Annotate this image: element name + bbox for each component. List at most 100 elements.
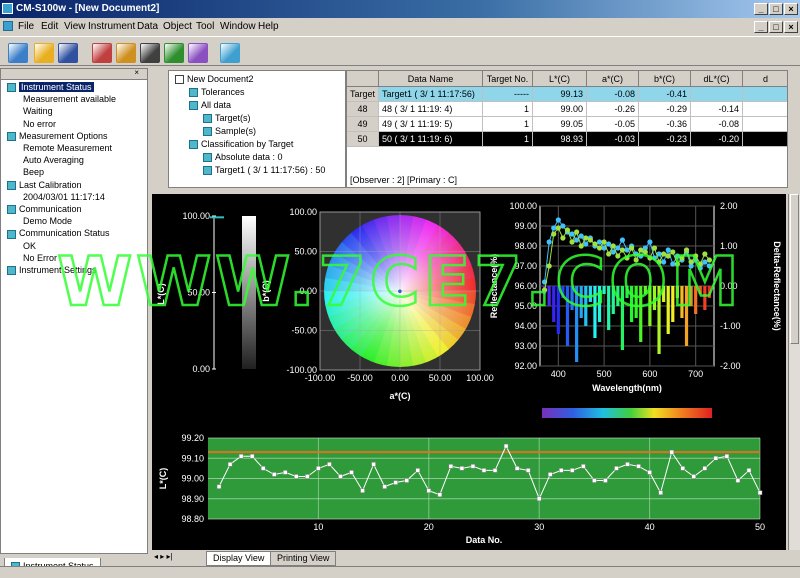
status-item[interactable]: Demo Mode — [23, 216, 72, 226]
row-header[interactable]: 50 — [347, 132, 379, 147]
menu-data[interactable]: Data — [137, 21, 158, 32]
table-cell[interactable]: -0.26 — [587, 102, 639, 117]
status-item[interactable]: Remote Measurement — [23, 143, 112, 153]
table-cell[interactable]: Target1 ( 3/ 1 11:17:56) — [379, 87, 483, 102]
table-cell[interactable] — [743, 117, 787, 132]
tree-node[interactable]: Classification by Target — [189, 139, 293, 150]
column-header[interactable] — [347, 71, 379, 87]
tab-printing-view[interactable]: Printing View — [270, 551, 337, 566]
tree-node[interactable]: Absolute data : 0 — [203, 152, 283, 163]
column-header[interactable]: b*(C) — [639, 71, 691, 87]
column-header[interactable]: a*(C) — [587, 71, 639, 87]
menu-object[interactable]: Object — [163, 21, 192, 32]
table-cell[interactable]: -0.41 — [639, 87, 691, 102]
status-item[interactable]: Beep — [23, 167, 44, 177]
menu-file[interactable]: File — [18, 21, 34, 32]
status-item[interactable]: Instrument Settings — [7, 265, 97, 276]
table-cell[interactable]: 99.05 — [533, 117, 587, 132]
tree-node[interactable]: Target(s) — [203, 113, 251, 124]
save-icon[interactable] — [58, 43, 78, 63]
instrument-icon[interactable] — [92, 43, 112, 63]
table-cell[interactable]: -0.20 — [691, 132, 743, 147]
table-cell[interactable]: -0.29 — [639, 102, 691, 117]
tab-scroll-arrows-icon[interactable]: ◂ ▸ ▸| — [154, 552, 173, 561]
table-cell[interactable]: 1 — [483, 117, 533, 132]
table-cell[interactable]: 98.93 — [533, 132, 587, 147]
table-cell[interactable]: ----- — [483, 87, 533, 102]
column-header[interactable]: d — [743, 71, 787, 87]
status-item[interactable]: OK — [23, 241, 36, 251]
measure-icon[interactable] — [140, 43, 160, 63]
calibrate-icon[interactable] — [116, 43, 136, 63]
status-item[interactable]: Waiting — [23, 106, 53, 116]
chart-vertical-scrollbar[interactable] — [788, 194, 800, 550]
table-cell[interactable]: -0.14 — [691, 102, 743, 117]
column-header[interactable]: Target No. — [483, 71, 533, 87]
doc-restore-button[interactable]: □ — [769, 21, 783, 33]
table-cell[interactable]: 48 ( 3/ 1 11:19: 4) — [379, 102, 483, 117]
tab-display-view[interactable]: Display View — [206, 551, 272, 566]
table-cell[interactable]: -0.36 — [639, 117, 691, 132]
status-item[interactable]: Measurement Options — [7, 131, 108, 141]
table-cell[interactable]: -0.05 — [587, 117, 639, 132]
status-item[interactable]: Communication — [7, 204, 82, 215]
new-document-icon[interactable] — [8, 43, 28, 63]
status-item[interactable]: No error — [23, 119, 56, 129]
menu-instrument[interactable]: Instrument — [88, 21, 135, 32]
row-header[interactable]: 48 — [347, 102, 379, 117]
status-item[interactable]: Auto Averaging — [23, 155, 84, 165]
row-header[interactable]: 49 — [347, 117, 379, 132]
table-cell[interactable] — [691, 87, 743, 102]
tree-node[interactable]: New Document2 — [175, 74, 254, 85]
menu-view[interactable]: View — [64, 21, 86, 32]
tree-node[interactable]: Sample(s) — [203, 126, 256, 137]
spectral-y2-tick-label: -1.00 — [720, 321, 741, 331]
scroll-thumb[interactable] — [790, 194, 799, 344]
table-cell[interactable]: 1 — [483, 102, 533, 117]
table-cell[interactable] — [743, 132, 787, 147]
menu-window[interactable]: Window — [220, 21, 256, 32]
tree-node-label: Target(s) — [215, 113, 251, 123]
chart-display-area[interactable]: 100.00 50.00 0.00 L*(C) -100.00 -50.00 0.00 50… — [152, 194, 786, 550]
table-cell[interactable]: 49 ( 3/ 1 11:19: 5) — [379, 117, 483, 132]
display-icon[interactable] — [220, 43, 240, 63]
delta-bar — [652, 286, 657, 310]
target-icon[interactable] — [164, 43, 184, 63]
menu-tool[interactable]: Tool — [196, 21, 214, 32]
table-cell[interactable]: 50 ( 3/ 1 11:19: 6) — [379, 132, 483, 147]
status-item[interactable]: Last Calibration — [7, 180, 82, 190]
status-item[interactable]: Instrument Status — [7, 82, 94, 93]
table-cell[interactable]: -0.08 — [587, 87, 639, 102]
menu-help[interactable]: Help — [258, 21, 279, 32]
table-cell[interactable] — [743, 87, 787, 102]
status-item[interactable]: 2004/03/01 11:17:14 — [23, 192, 105, 202]
status-item[interactable]: Communication Status — [7, 228, 110, 239]
table-cell[interactable]: 99.13 — [533, 87, 587, 102]
table-cell[interactable]: 1 — [483, 132, 533, 147]
status-item[interactable]: Measurement available — [23, 94, 116, 104]
maximize-button[interactable]: □ — [769, 3, 783, 15]
panel-close-icon[interactable]: × — [134, 68, 139, 77]
close-button[interactable]: × — [784, 3, 798, 15]
row-header[interactable]: Target — [347, 87, 379, 102]
column-header[interactable]: L*(C) — [533, 71, 587, 87]
tree-node[interactable]: Target1 ( 3/ 1 11:17:56) : 50 — [203, 165, 325, 176]
tree-node[interactable]: All data — [189, 100, 231, 111]
table-cell[interactable]: -0.08 — [691, 117, 743, 132]
column-header[interactable]: Data Name — [379, 71, 483, 87]
table-cell[interactable]: -0.03 — [587, 132, 639, 147]
menu-edit[interactable]: Edit — [41, 21, 58, 32]
document-icon[interactable] — [3, 21, 13, 31]
sample-icon[interactable] — [188, 43, 208, 63]
doc-close-button[interactable]: × — [784, 21, 798, 33]
table-cell[interactable] — [743, 102, 787, 117]
column-header[interactable]: dL*(C) — [691, 71, 743, 87]
status-item[interactable]: No Error — [23, 253, 57, 263]
open-folder-icon[interactable] — [34, 43, 54, 63]
doc-minimize-button[interactable]: _ — [754, 21, 768, 33]
folder-icon — [203, 127, 212, 137]
minimize-button[interactable]: _ — [754, 3, 768, 15]
tree-node[interactable]: Tolerances — [189, 87, 245, 98]
table-cell[interactable]: -0.23 — [639, 132, 691, 147]
table-cell[interactable]: 99.00 — [533, 102, 587, 117]
